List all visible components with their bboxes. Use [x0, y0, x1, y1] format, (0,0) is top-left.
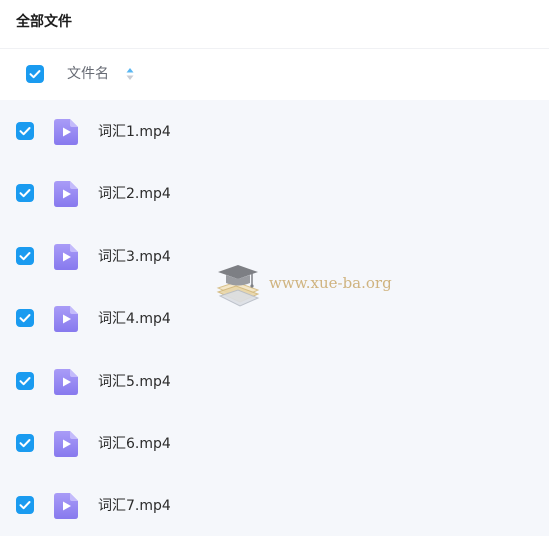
checkmark-icon	[19, 376, 31, 385]
checkmark-icon	[19, 439, 31, 448]
video-file-icon	[54, 306, 78, 333]
checkmark-icon	[19, 501, 31, 510]
file-checkbox[interactable]	[16, 371, 34, 390]
checkmark-icon	[19, 314, 31, 323]
watermark: www.xue-ba.org	[212, 258, 402, 310]
file-checkbox[interactable]	[16, 434, 34, 452]
column-header-filename[interactable]: 文件名	[67, 65, 109, 83]
sort-caret-icon[interactable]	[125, 66, 135, 82]
file-name[interactable]: 词汇4.mp4	[98, 309, 171, 329]
file-list: 词汇1.mp4 词汇2.mp4 词汇3.mp4 词汇4.mp4 词汇5.mp4 词汇6.m…	[0, 100, 549, 536]
file-row[interactable]: 词汇7.mp4	[0, 474, 549, 536]
file-row[interactable]: 词汇5.mp4	[0, 350, 549, 412]
file-name[interactable]: 词汇6.mp4	[98, 434, 171, 454]
file-name[interactable]: 词汇3.mp4	[98, 247, 171, 267]
video-file-icon	[54, 243, 78, 270]
file-checkbox[interactable]	[16, 122, 34, 140]
file-list-page: 全部文件 文件名 词汇1.mp4 词汇2.mp4 词汇3.mp4 词汇4.mp4 词汇5…	[0, 0, 549, 536]
file-name[interactable]: 词汇7.mp4	[98, 496, 171, 516]
checkmark-icon	[19, 251, 31, 260]
checkmark-icon	[29, 70, 41, 79]
video-file-icon	[54, 493, 78, 520]
video-file-icon	[54, 181, 78, 208]
page-title: 全部文件	[16, 14, 72, 30]
checkmark-icon	[19, 127, 31, 136]
file-name[interactable]: 词汇5.mp4	[98, 372, 171, 392]
file-row[interactable]: 词汇2.mp4	[0, 162, 549, 224]
watermark-text: www.xue-ba.org	[269, 274, 392, 292]
file-name[interactable]: 词汇1.mp4	[98, 122, 171, 142]
title-bar: 全部文件	[0, 0, 549, 48]
file-checkbox[interactable]	[16, 246, 34, 265]
file-checkbox[interactable]	[16, 309, 34, 328]
checkmark-icon	[19, 189, 31, 198]
video-file-icon	[54, 119, 78, 145]
video-file-icon	[54, 368, 78, 395]
video-file-icon	[54, 431, 78, 457]
file-checkbox[interactable]	[16, 184, 34, 203]
graduation-cap-logo	[216, 265, 260, 307]
file-row[interactable]: 词汇6.mp4	[0, 412, 549, 474]
file-row[interactable]: 词汇1.mp4	[0, 100, 549, 162]
file-checkbox[interactable]	[16, 496, 34, 515]
select-all-checkbox[interactable]	[26, 65, 44, 83]
file-name[interactable]: 词汇2.mp4	[98, 184, 171, 204]
list-header: 文件名	[0, 48, 549, 100]
